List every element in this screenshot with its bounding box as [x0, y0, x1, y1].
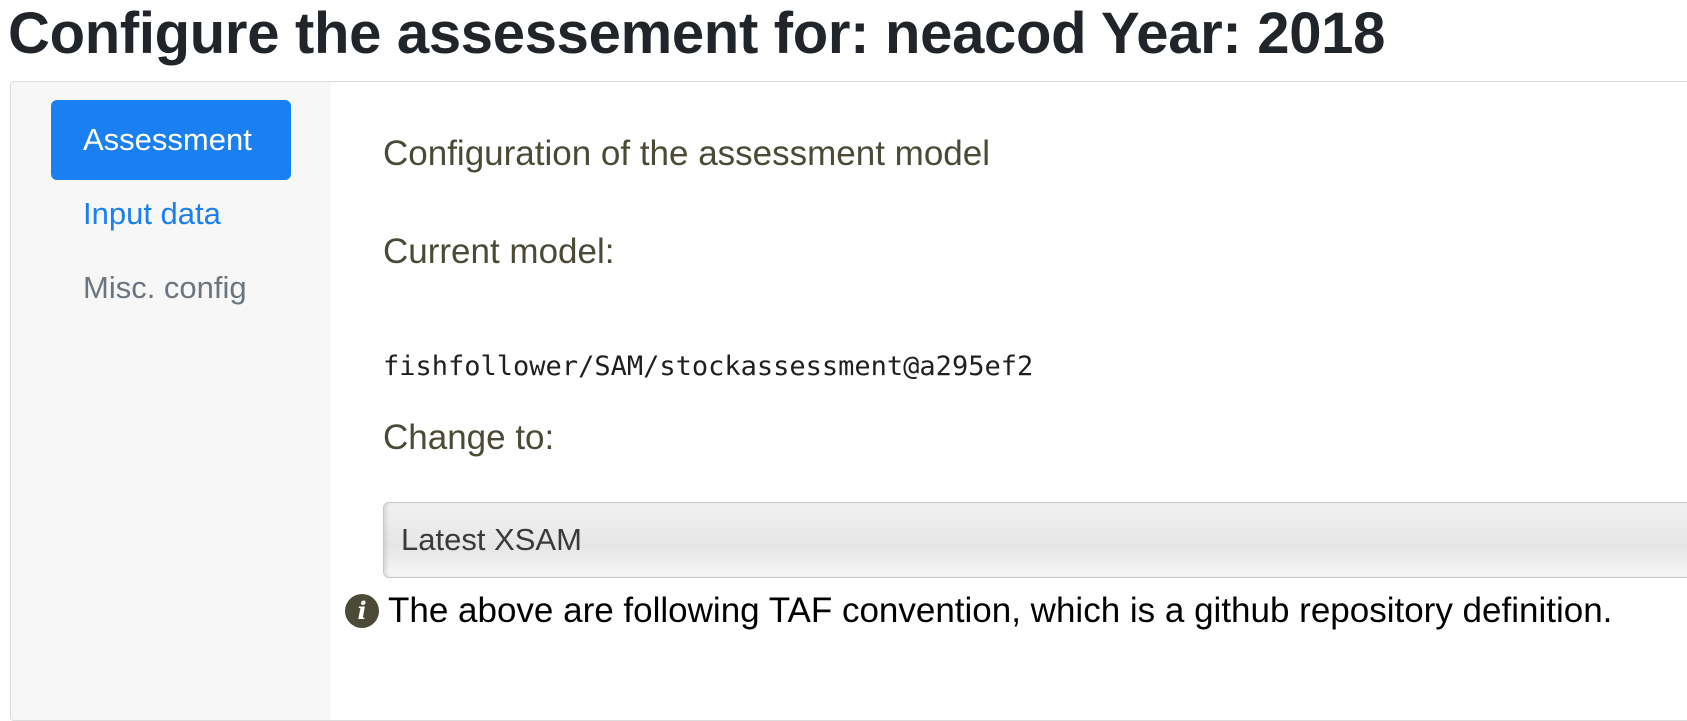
model-select-value: Latest XSAM	[401, 522, 582, 557]
stock-name: neacod	[885, 1, 1087, 66]
info-circle-icon: i	[345, 594, 379, 628]
year-label: Year:	[1086, 1, 1258, 66]
info-text: The above are following TAF convention, …	[388, 591, 1613, 630]
page-title-prefix: Configure the assessement for:	[8, 1, 886, 66]
current-model-label: Current model:	[383, 232, 615, 271]
nav-item-label: Input data	[83, 196, 221, 231]
nav-item-label: Misc. config	[83, 270, 247, 305]
nav-item-assessment[interactable]: Assessment	[51, 100, 291, 180]
section-title: Configuration of the assessment model	[383, 134, 990, 173]
year-value: 2018	[1257, 1, 1386, 66]
nav-item-misc-config[interactable]: Misc. config	[51, 248, 291, 328]
change-to-label: Change to:	[383, 418, 555, 457]
sidebar-nav: Assessment Input data Misc. config	[11, 82, 331, 720]
page-title: Configure the assessement for: neacod Ye…	[8, 2, 1385, 66]
model-select[interactable]: Latest XSAM	[383, 502, 1687, 578]
nav-item-input-data[interactable]: Input data	[51, 174, 291, 254]
info-note: i The above are following TAF convention…	[345, 589, 1612, 633]
nav-item-label: Assessment	[83, 122, 252, 157]
current-model-value: fishfollower/SAM/stockassessment@a295ef2	[383, 351, 1034, 382]
